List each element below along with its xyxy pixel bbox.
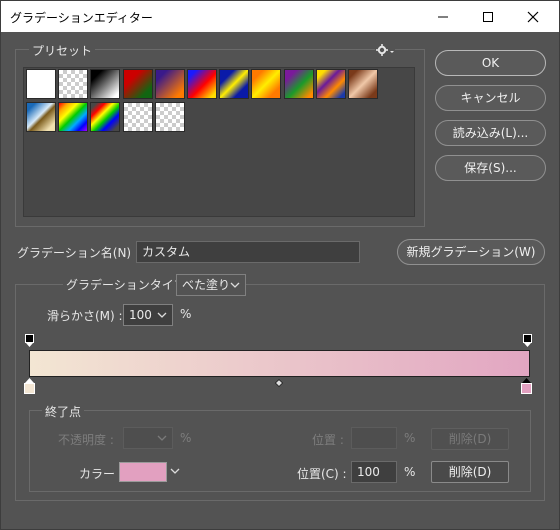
preset-swatch-transparent-white[interactable] [58,69,89,99]
opacity-stop-marker-icon [523,334,532,347]
color-stop-left[interactable] [24,378,35,394]
color-stop-marker-icon [24,378,35,394]
midpoint-diamond[interactable] [274,376,284,388]
presets-label: プリセット [29,42,96,59]
color-location-unit: % [404,465,416,479]
maximize-button[interactable] [466,1,511,32]
preset-swatch-violet-orange[interactable] [154,69,185,99]
opacity-label: 不透明度 : [58,433,114,447]
opacity-unit: % [180,431,192,445]
color-swatch[interactable] [119,462,167,482]
preset-swatch-red-green[interactable] [122,69,153,99]
color-label: カラー : [79,467,123,481]
stops-label: 終了点 [42,403,85,420]
chevron-down-icon [157,312,167,318]
opacity-stop-right[interactable] [523,334,532,348]
new-gradient-button[interactable]: 新規グラデーション(W) [397,239,545,265]
opacity-location-unit: % [404,431,416,445]
opacity-delete-button[interactable]: 削除(D) [431,428,509,450]
color-delete-button[interactable]: 削除(D) [431,461,509,483]
preset-swatch-neutral-density[interactable] [154,101,185,132]
preset-swatch-list[interactable] [23,67,415,217]
title-bar: グラデーションエディター [1,1,559,32]
preset-swatch-black-white[interactable] [90,69,121,99]
load-button[interactable]: 読み込み(L)... [435,120,546,146]
color-stop-right[interactable] [521,378,532,394]
color-location-input[interactable]: 100 [351,461,397,483]
diamond-icon [274,378,284,388]
gradient-name-input[interactable]: カスタム [136,241,360,263]
opacity-location-input[interactable] [351,427,397,449]
preset-swatch-blue-yellow-blue[interactable] [219,69,250,99]
smoothness-unit: % [180,307,192,321]
chevron-down-icon [230,282,240,288]
smoothness-value: 100 [129,308,152,322]
gradient-editor-window: グラデーションエディター プリセット OK キャンセル 読み込み(L)... 保… [0,0,560,530]
gear-icon [376,44,394,56]
color-location-label: 位置(C) : [297,467,347,481]
smoothness-input[interactable]: 100 [123,304,173,326]
close-icon [527,11,539,23]
cancel-button[interactable]: キャンセル [435,85,546,111]
gradient-name-label: グラデーション名(N) : [17,246,139,260]
preset-swatch-orange-yellow-orange[interactable] [251,69,282,99]
opacity-input[interactable] [123,427,173,449]
gradient-preview-bar[interactable] [29,350,530,377]
gradient-type-value: べた塗り [182,278,231,292]
save-button[interactable]: 保存(S)... [435,155,546,181]
maximize-icon [483,12,493,22]
preset-swatch-violet-green-orange[interactable] [283,69,314,99]
preset-swatch-yellow-violet-orange-blue[interactable] [315,69,346,99]
color-dropdown[interactable] [169,464,181,478]
color-stop-marker-icon [521,378,532,394]
opacity-location-label: 位置 : [312,433,344,447]
gradient-type-select[interactable]: べた塗り [176,274,246,296]
preset-swatch-spectrum[interactable] [58,101,89,132]
preset-swatch-copper[interactable] [348,69,378,99]
preset-swatch-transparent-rainbow[interactable] [90,101,121,132]
presets-menu-button[interactable] [375,43,395,57]
preset-swatch-white[interactable] [26,69,56,99]
ok-button[interactable]: OK [435,50,546,76]
minimize-button[interactable] [421,1,466,32]
chevron-down-icon [157,435,167,441]
window-title: グラデーションエディター [10,11,153,25]
chevron-down-icon [170,468,180,474]
opacity-stop-left[interactable] [25,334,34,348]
smoothness-label: 滑らかさ(M) : [47,309,123,323]
preset-swatch-blue-red-yellow[interactable] [187,69,217,99]
preset-swatch-chrome[interactable] [26,101,56,132]
close-button[interactable] [511,1,556,32]
opacity-stop-marker-icon [25,334,34,347]
preset-swatch-transparent-stripes[interactable] [122,101,153,132]
minimize-icon [438,16,448,18]
